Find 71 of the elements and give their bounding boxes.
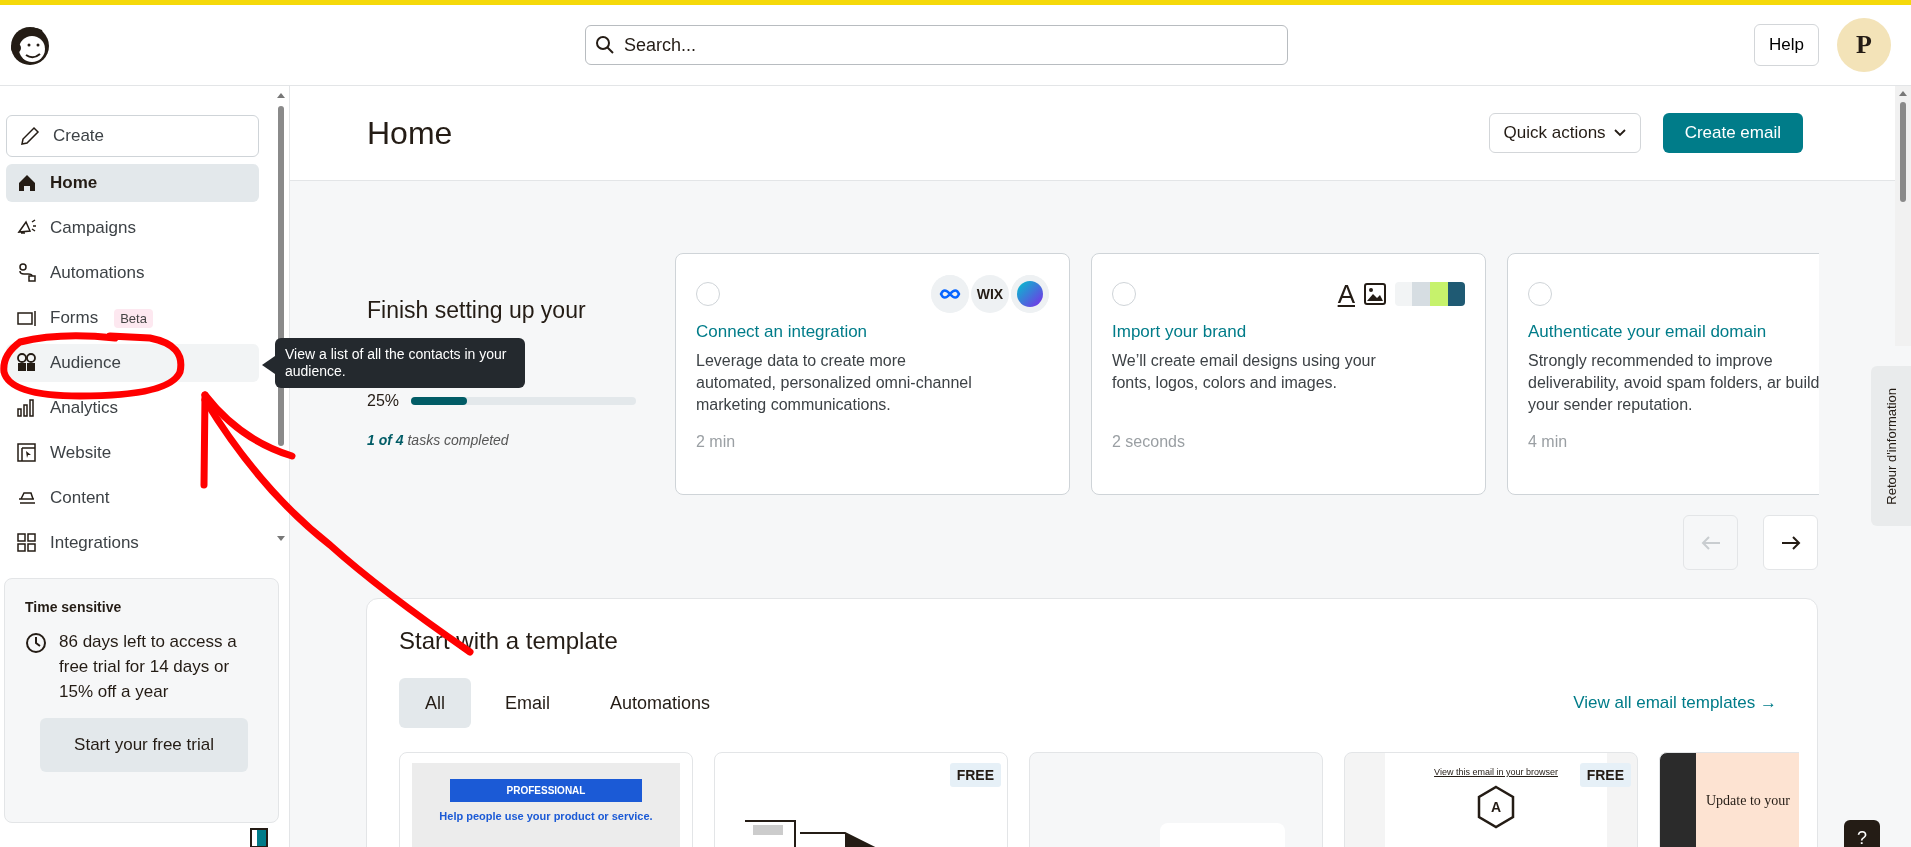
nav-item[interactable]: Integrations <box>6 524 259 562</box>
task-card[interactable]: WIX Connect an integration Leverage data to create more automated, personalized omni-channel marketing communications. 2 min <box>675 253 1070 495</box>
trial-title: Time sensitive <box>25 599 123 615</box>
tooltip: View a list of all the contacts in your audience. <box>275 338 525 388</box>
template-headline: Help people use your product or service. <box>438 810 654 822</box>
nav-item[interactable]: Content <box>6 479 259 517</box>
task-description: We’ll create email designs using your fonts, logos, colors and images. <box>1112 351 1377 393</box>
nav-item[interactable]: Home <box>6 164 259 202</box>
task-card[interactable]: A Import your brand We’ll create email designs using your fonts, logos, colors and images. 2 seconds <box>1091 253 1486 495</box>
nav-item[interactable]: Audience <box>6 344 259 382</box>
nav-icon <box>16 172 38 194</box>
setup-title: Finish setting up your <box>367 297 587 324</box>
feedback-tab[interactable]: Retour d'information <box>1871 366 1911 526</box>
start-trial-button[interactable]: Start your free trial <box>40 718 248 772</box>
clock-icon <box>25 632 47 654</box>
view-all-link[interactable]: View all email templates → <box>1573 693 1777 713</box>
template-headline: Update to your <box>1706 793 1790 808</box>
nav-item[interactable]: Forms Beta <box>6 299 259 337</box>
search-icon <box>595 35 615 55</box>
task-title[interactable]: Import your brand <box>1112 322 1465 342</box>
nav-item[interactable]: Analytics <box>6 389 259 427</box>
trial-text: 86 days left to access a free trial for 14 days or 15% off a year <box>59 631 238 703</box>
task-duration: 4 min <box>1528 433 1569 451</box>
hexagon-icon <box>1476 785 1516 829</box>
task-title[interactable]: Authenticate your email domain <box>1528 322 1819 342</box>
template-card[interactable]: PROFESSIONAL Help people use your product or service. <box>399 752 693 847</box>
hexagon-letter: A <box>1490 799 1502 815</box>
template-banner: PROFESSIONAL <box>450 779 642 802</box>
template-card[interactable]: Update to your <box>1659 752 1799 847</box>
task-duration: 2 min <box>696 433 737 451</box>
help-button[interactable]: Help <box>1754 24 1819 66</box>
free-badge: FREE <box>949 763 1001 787</box>
nav-icon <box>16 442 38 464</box>
next-button[interactable] <box>1763 515 1818 570</box>
help-button[interactable]: ? <box>1844 820 1880 847</box>
task-description: Strongly recommended to improve deliverability, avoid spam folders, ar build your sender reputation. <box>1528 351 1819 415</box>
nav-item[interactable]: Automations <box>6 254 259 292</box>
beta-badge: Beta <box>114 308 153 328</box>
color-swatches-icon <box>1395 282 1465 306</box>
create-email-button[interactable]: Create email <box>1662 113 1803 153</box>
progress-percent: 25% <box>367 392 400 410</box>
search-field[interactable]: Search... <box>585 25 1288 65</box>
font-sample: A <box>1337 281 1355 307</box>
nav-item[interactable]: Campaigns <box>6 209 259 247</box>
create-button[interactable]: Create <box>6 115 259 157</box>
page-title: Home <box>367 114 454 152</box>
sidebar-toggle-icon[interactable] <box>250 828 268 847</box>
template-card[interactable]: FREE <box>714 752 1008 847</box>
nav-icon <box>16 352 38 374</box>
filter-tab[interactable]: Automations <box>584 678 737 728</box>
nav-icon <box>16 262 38 284</box>
task-description: Leverage data to create more automated, personalized omni-channel marketing communications. <box>696 351 973 415</box>
avatar[interactable]: P <box>1837 18 1891 72</box>
nav-item[interactable]: Website <box>6 434 259 472</box>
nav-icon <box>16 532 38 554</box>
free-badge: FREE <box>1579 763 1631 787</box>
caret-icon <box>1613 129 1626 137</box>
right-arrow-icon <box>1780 534 1801 551</box>
task-title[interactable]: Connect an integration <box>696 322 1049 342</box>
task-card[interactable]: Authenticate your email domain Strongly recommended to improve deliverability, avoid spam folders, ar build your sender reputation. 4 min <box>1507 253 1819 495</box>
tooltip-pointer <box>262 356 275 374</box>
pencil-icon <box>19 125 41 147</box>
wix-logo: WIX <box>971 275 1009 313</box>
task-duration: 2 seconds <box>1112 433 1186 451</box>
image-icon <box>1363 282 1387 306</box>
quick-actions-button[interactable]: Quick actions <box>1488 113 1641 153</box>
template-card[interactable]: View this email in your browser A FREE <box>1344 752 1638 847</box>
tasks-completed: 1 of 4 tasks completed <box>367 432 510 448</box>
left-arrow-icon <box>1700 534 1721 551</box>
filter-tab[interactable]: Email <box>479 678 577 728</box>
filter-tab[interactable]: All <box>399 678 471 728</box>
